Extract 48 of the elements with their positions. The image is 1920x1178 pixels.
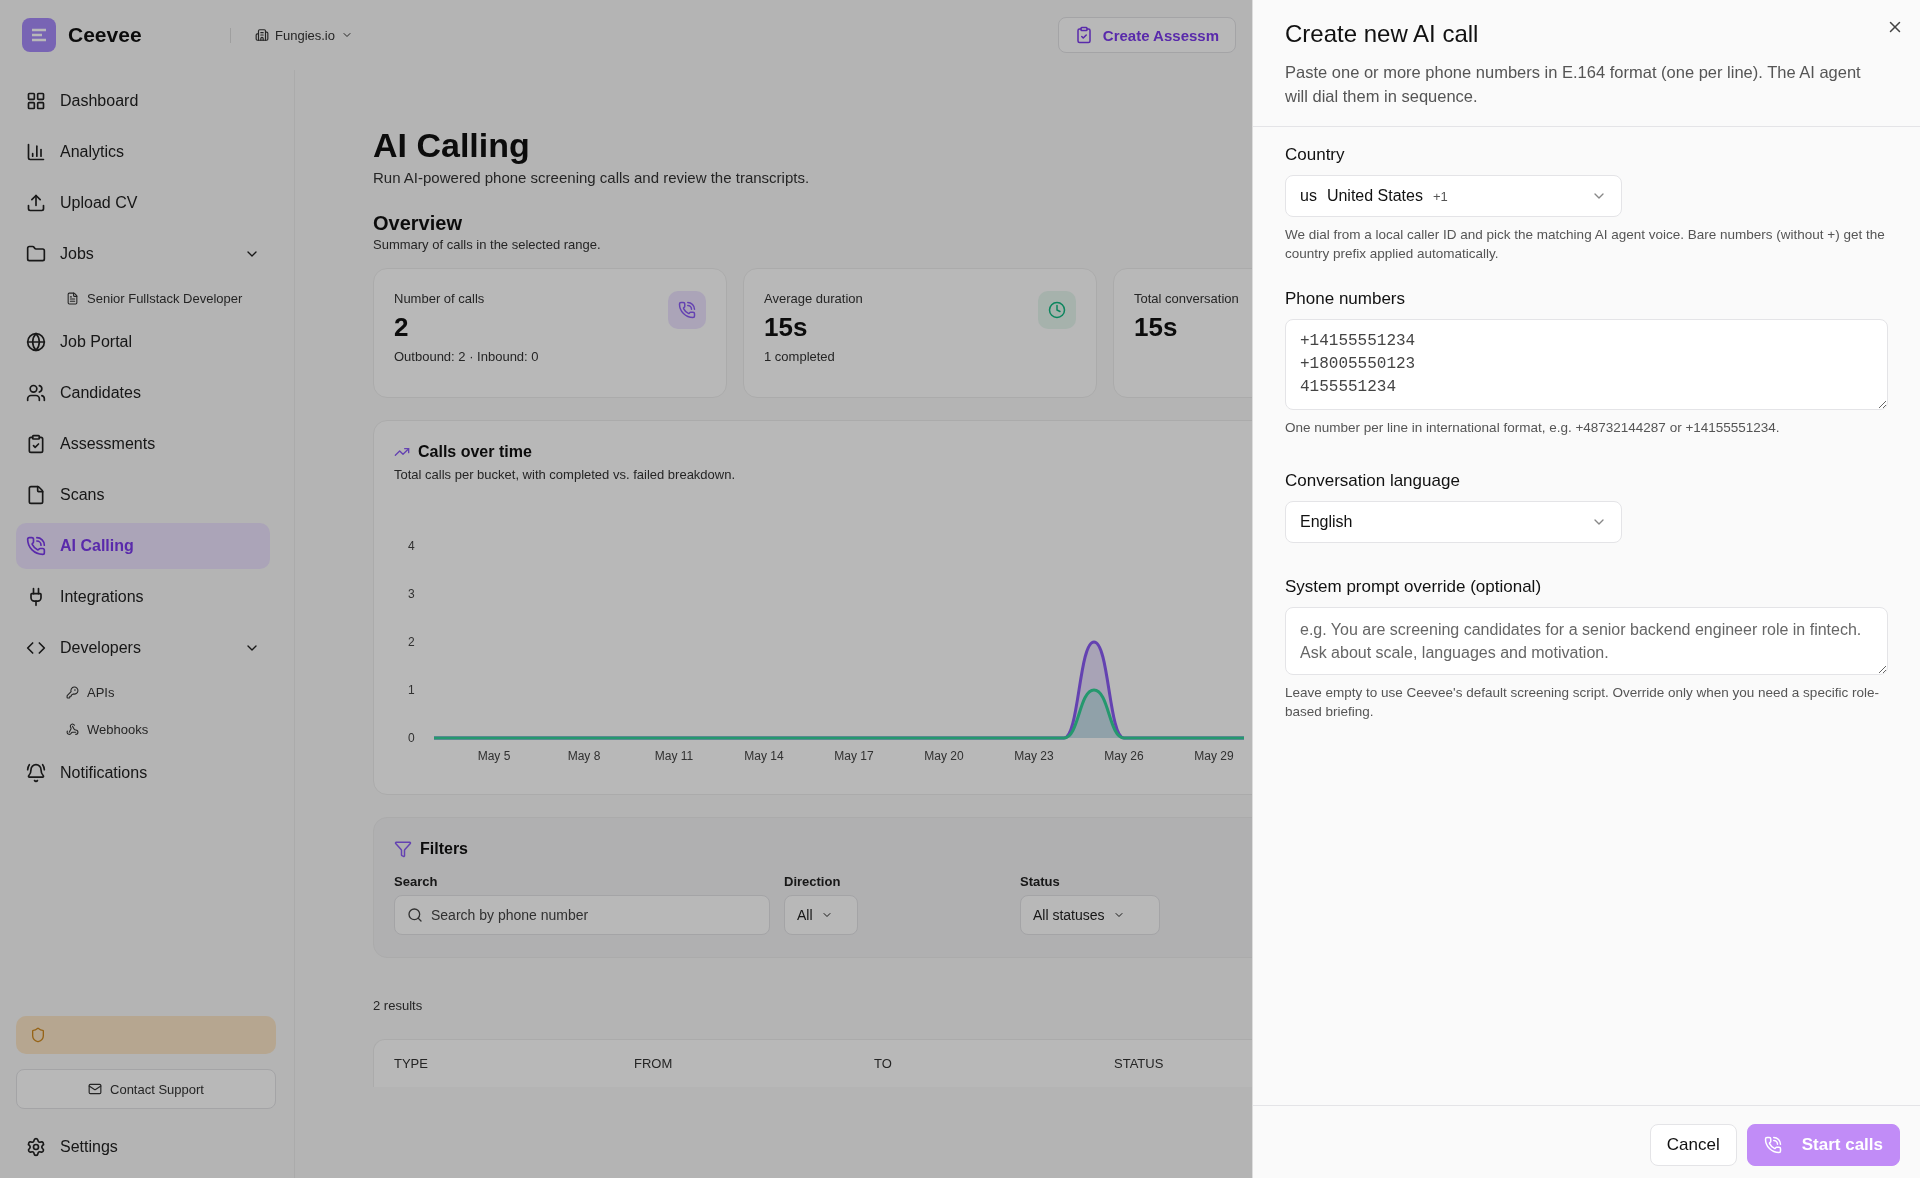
stat-value: 15s [1134,312,1179,343]
chart-subtitle: Total calls per bucket, with completed vs. failed breakdown. [394,467,737,482]
stat-value: 15s [764,312,809,343]
column-header: TO [874,1056,893,1071]
workspace-name: Fungies.io [275,27,335,43]
stat-note: 1 completed [764,349,836,364]
column-header: FROM [634,1056,674,1071]
x-tick: May 26 [1104,749,1144,763]
field-label: Search [394,874,439,889]
page-subtitle: Run AI-powered phone screening calls and review the transcripts. [373,169,811,186]
results-count: 2 results [373,998,424,1013]
stat-label: Number of calls [394,291,486,306]
page-title: AI Calling [373,126,531,165]
y-tick: 2 [408,635,415,649]
help-text: Leave empty to use Ceevee's default screening script. Override only when you need a specific role-based briefing. [1285,684,1880,721]
chart-title: Calls over time [418,443,532,461]
stat-value: 2 [394,312,410,343]
y-tick: 3 [408,587,415,601]
stat-label: Average duration [764,291,864,306]
x-tick: May 20 [924,749,964,763]
filters-title: Filters [420,840,468,858]
field-label: Status [1020,874,1061,889]
help-text: We dial from a local caller ID and pick the matching AI agent voice. Bare numbers (without +) get the country prefix applied automatically. [1285,226,1886,263]
column-header: STATUS [1114,1056,1165,1071]
stat-label: Total conversation [1134,291,1240,306]
brand-name: Ceevee [68,23,142,47]
section-title: Overview [373,212,463,235]
x-tick: May 5 [477,749,511,763]
dialog-description: Paste one or more phone numbers in E.164 format (one per line). The AI agent will dial them in sequence. [1285,62,1862,107]
field-label: Direction [784,874,842,889]
y-tick: 0 [408,731,415,745]
field-label: Conversation language [1285,471,1461,491]
x-tick: May 8 [567,749,601,763]
section-subtitle: Summary of calls in the selected range. [373,237,602,252]
column-header: TYPE [394,1056,429,1071]
field-label: Phone numbers [1285,289,1407,309]
field-label: Country [1285,145,1346,165]
x-tick: May 29 [1194,749,1234,763]
stat-note: Outbound: 2 · Inbound: 0 [394,349,540,364]
help-text: One number per line in international format, e.g. +48732144287 or +14155551234. [1285,419,1781,437]
x-tick: May 14 [744,749,784,763]
y-tick: 1 [408,683,415,697]
y-tick: 4 [408,539,415,553]
x-tick: May 17 [834,749,874,763]
dialog-title: Create new AI call [1285,20,1480,48]
field-label: System prompt override (optional) [1285,577,1543,597]
x-tick: May 11 [654,749,694,763]
x-tick: May 23 [1014,749,1054,763]
